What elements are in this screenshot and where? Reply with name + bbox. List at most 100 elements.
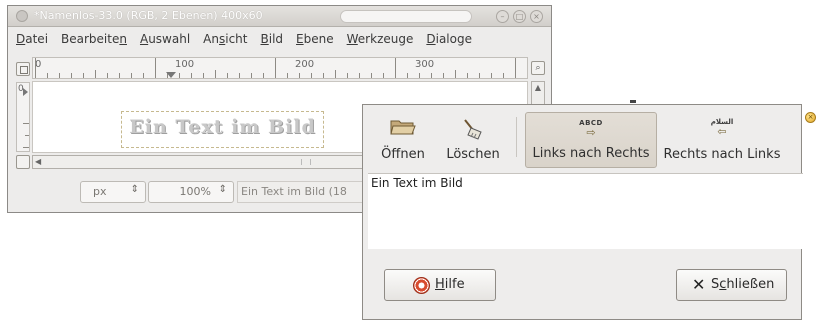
ltr-direction-icon: ABCD ⇨ xyxy=(579,119,603,138)
ruler-tick xyxy=(23,123,29,124)
ruler-tick xyxy=(59,73,60,78)
text-editor-dialog: Öffnen Löschen ABCD ⇨ Links nach Rechts … xyxy=(362,104,803,320)
ruler-tick xyxy=(299,73,300,78)
menu-bild[interactable]: Bild xyxy=(261,32,284,46)
ltr-label: Links nach Rechts xyxy=(532,146,650,161)
canvas-text: Ein Text im Bild xyxy=(129,116,316,138)
ruler-tick xyxy=(179,73,180,78)
ruler-tick xyxy=(47,73,48,78)
ruler-tick xyxy=(383,73,384,78)
text-area-value: Ein Text im Bild xyxy=(371,176,463,190)
close-label: Schließen xyxy=(711,277,775,292)
arrow-right-icon: ⇨ xyxy=(586,126,596,139)
arrow-left-icon: ⇦ xyxy=(717,125,727,138)
lifebuoy-icon xyxy=(413,277,430,294)
window-title: *Namenlos-33.0 (RGB, 2 Ebenen) 400x60 xyxy=(34,9,263,22)
text-input-area[interactable]: Ein Text im Bild xyxy=(368,173,803,249)
ruler-tick xyxy=(239,73,240,78)
ruler-tick xyxy=(143,73,144,78)
window-menu-icon[interactable] xyxy=(16,10,28,22)
ruler-tick xyxy=(407,73,408,78)
ruler-tick xyxy=(323,73,324,78)
ruler-tick xyxy=(155,58,156,78)
maximize-icon[interactable]: □ xyxy=(513,10,526,23)
zoom-to-fit-icon[interactable]: ⌕ xyxy=(531,61,545,75)
ruler-tick xyxy=(395,58,396,78)
menu-datei[interactable]: Datei xyxy=(16,32,48,46)
menu-ansicht[interactable]: Ansicht xyxy=(203,32,247,46)
unit-value: px xyxy=(93,185,107,198)
rtl-label: Rechts nach Links xyxy=(663,147,781,162)
ruler-pointer-icon xyxy=(23,88,28,96)
help-button[interactable]: Hilfe xyxy=(384,269,496,301)
ruler-tick xyxy=(287,73,288,78)
ruler-tick xyxy=(107,73,108,78)
horizontal-ruler[interactable]: 0 100 200 300 xyxy=(32,57,528,79)
ruler-tick xyxy=(431,73,432,78)
delete-label: Löschen xyxy=(446,147,500,162)
ruler-tick xyxy=(515,58,516,78)
menu-werkzeuge[interactable]: Werkzeuge xyxy=(347,32,414,46)
status-message: Ein Text im Bild (18 xyxy=(237,181,377,203)
close-button[interactable]: ✕ Schließen xyxy=(676,269,787,301)
unit-selector[interactable]: px ⇕ xyxy=(80,181,146,203)
delete-button[interactable]: Löschen xyxy=(439,112,507,168)
ruler-tick xyxy=(227,73,228,78)
ruler-tick xyxy=(35,58,36,78)
ruler-tick xyxy=(467,73,468,78)
minimize-icon[interactable]: – xyxy=(496,10,509,23)
ruler-tick xyxy=(203,73,204,78)
ruler-tick xyxy=(443,73,444,78)
ruler-tick xyxy=(419,73,420,78)
title-bar[interactable]: *Namenlos-33.0 (RGB, 2 Ebenen) 400x60 – … xyxy=(8,6,551,27)
text-layer-boundary[interactable]: Ein Text im Bild xyxy=(121,111,324,148)
open-button[interactable]: Öffnen xyxy=(377,112,429,168)
dialog-toolbar: Öffnen Löschen ABCD ⇨ Links nach Rechts … xyxy=(363,105,801,171)
ruler-tick xyxy=(83,73,84,78)
menu-bearbeiten[interactable]: Bearbeiten xyxy=(61,32,127,46)
ruler-tick xyxy=(131,73,132,78)
ruler-tick xyxy=(25,135,29,136)
horizontal-scrollbar[interactable]: ◀ xyxy=(32,155,372,169)
open-label: Öffnen xyxy=(381,147,425,162)
scroll-left-icon[interactable]: ◀ xyxy=(35,157,45,167)
zoom-value: 100% xyxy=(179,185,211,198)
ruler-tick xyxy=(335,70,336,78)
close-x-icon: ✕ xyxy=(692,275,706,294)
folder-open-icon xyxy=(390,120,416,135)
quick-mask-toggle[interactable] xyxy=(16,155,30,169)
vertical-ruler[interactable]: 0 xyxy=(16,82,30,152)
ruler-tick xyxy=(503,73,504,78)
ruler-tick xyxy=(23,147,29,148)
menu-bar: Datei Bearbeiten Auswahl Ansicht Bild Eb… xyxy=(8,28,551,50)
ruler-label: 300 xyxy=(415,59,435,70)
spin-arrows-icon[interactable]: ⇕ xyxy=(219,184,227,195)
ruler-tick xyxy=(215,70,216,78)
ruler-tick xyxy=(95,70,96,78)
window-edge-marker xyxy=(630,100,636,103)
close-window-icon[interactable]: × xyxy=(530,10,543,23)
ruler-tick xyxy=(71,73,72,78)
scroll-grip[interactable] xyxy=(301,159,311,165)
ruler-tick xyxy=(491,73,492,78)
menu-dialoge[interactable]: Dialoge xyxy=(426,32,472,46)
ruler-tick xyxy=(263,73,264,78)
left-to-right-toggle[interactable]: ABCD ⇨ Links nach Rechts xyxy=(525,112,657,168)
ruler-pointer-icon xyxy=(166,72,176,78)
right-to-left-toggle[interactable]: السلام ⇦ Rechts nach Links xyxy=(660,112,784,168)
navigate-button[interactable] xyxy=(16,62,30,76)
scroll-up-icon[interactable]: ▲ xyxy=(533,83,543,93)
menu-auswahl[interactable]: Auswahl xyxy=(140,32,190,46)
zoom-selector[interactable]: 100% ⇕ xyxy=(148,181,234,203)
broom-icon xyxy=(464,119,482,140)
ruler-tick xyxy=(479,73,480,78)
help-label: Hilfe xyxy=(435,277,465,292)
dialog-close-icon[interactable]: × xyxy=(805,112,816,123)
rtl-direction-icon: السلام ⇦ xyxy=(711,118,734,137)
ruler-tick xyxy=(455,70,456,78)
ruler-tick xyxy=(371,73,372,78)
spin-arrows-icon[interactable]: ⇕ xyxy=(131,184,139,195)
ruler-tick xyxy=(347,73,348,78)
title-progress-pill xyxy=(340,10,472,23)
menu-ebene[interactable]: Ebene xyxy=(296,32,334,46)
